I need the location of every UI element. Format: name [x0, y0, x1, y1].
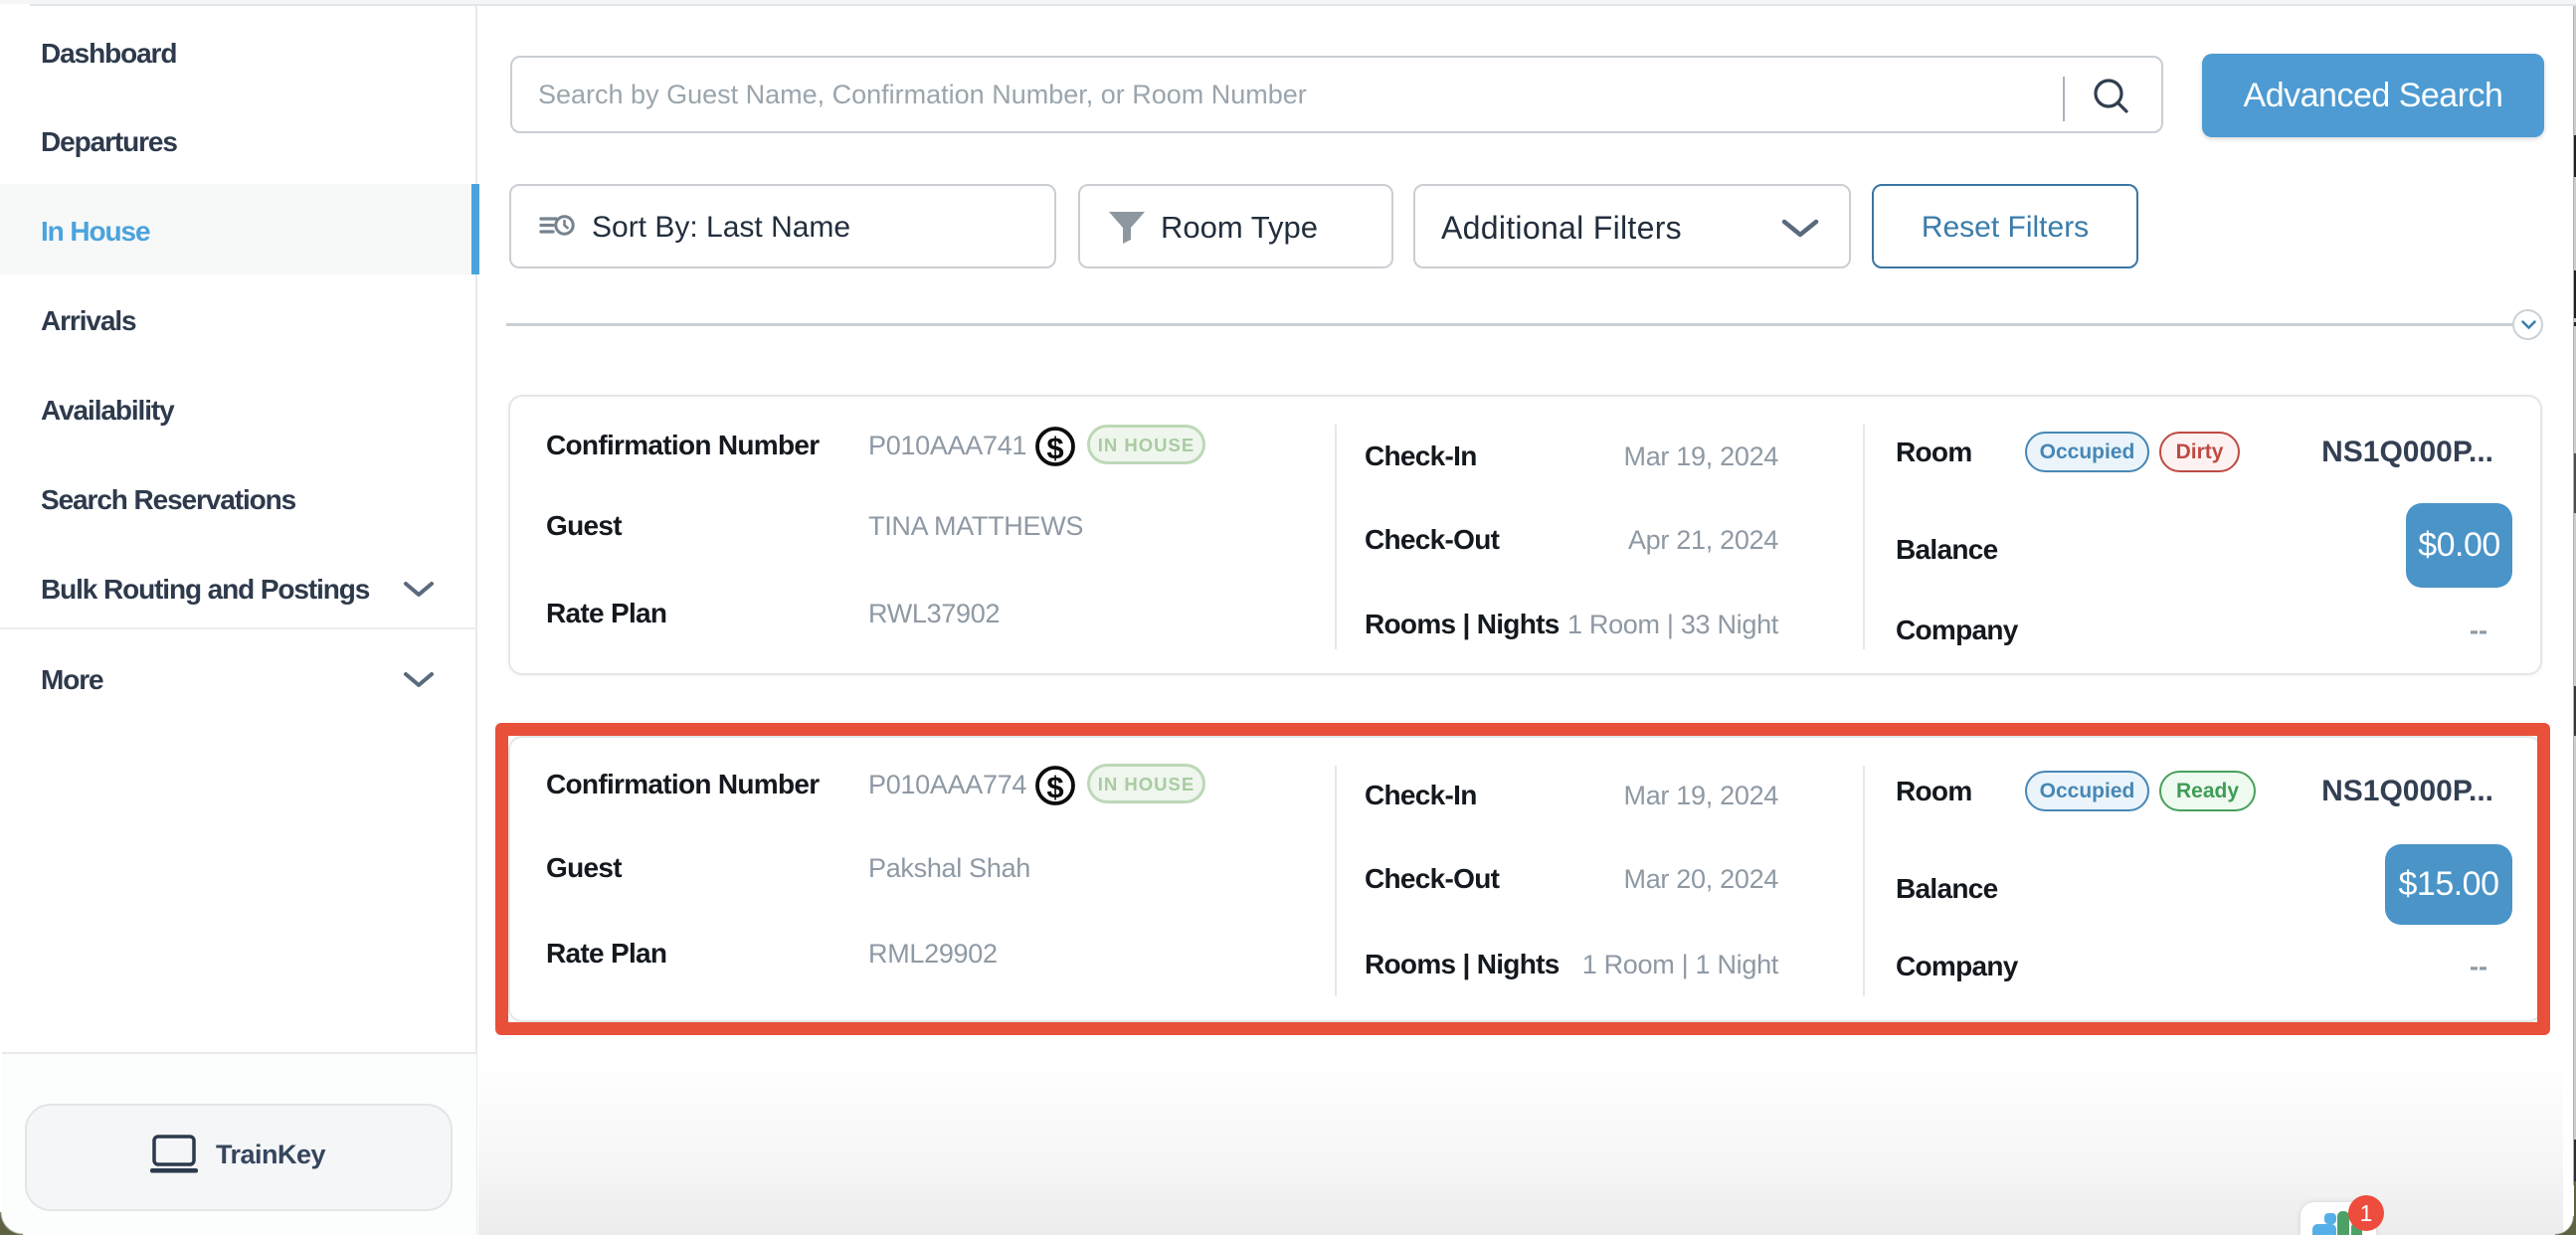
svg-text:$: $ — [1046, 431, 1063, 465]
